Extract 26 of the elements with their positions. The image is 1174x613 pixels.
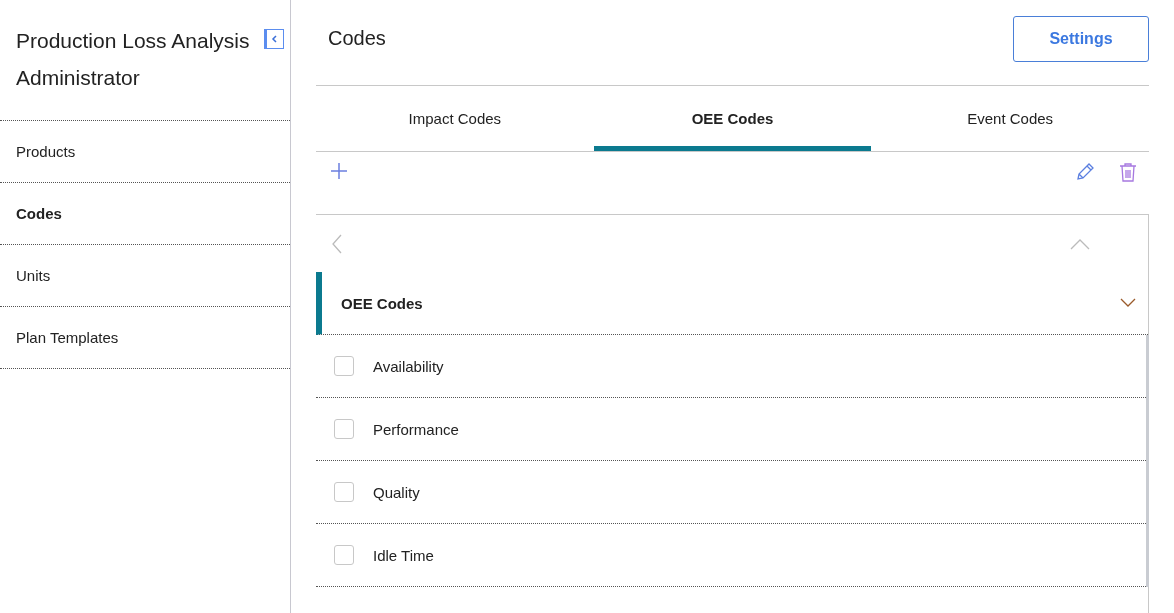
tab[interactable]: OEE Codes (593, 86, 872, 151)
tab[interactable]: Event Codes (871, 86, 1149, 151)
chevron-icon[interactable] (1120, 298, 1136, 308)
tab[interactable]: Impact Codes (316, 86, 594, 151)
row-label: Quality (373, 483, 420, 501)
pencil-icon[interactable] (1075, 162, 1095, 182)
checkbox[interactable] (334, 419, 354, 439)
trash-icon[interactable] (1119, 162, 1137, 182)
sidebar-item[interactable]: Plan Templates (0, 307, 290, 369)
settings-button[interactable]: Settings (1013, 16, 1149, 62)
checkbox[interactable] (334, 356, 354, 376)
back-chevron-icon[interactable] (331, 233, 343, 254)
row-label: Performance (373, 420, 459, 438)
page-title: Codes (327, 27, 386, 50)
row-label: Idle Time (373, 546, 434, 564)
sidebar-item[interactable]: Products (0, 121, 290, 183)
collapse-chevron-icon[interactable] (1070, 237, 1090, 250)
sidebar-item[interactable]: Codes (0, 183, 290, 245)
row-label: Availability (373, 357, 444, 375)
add-icon[interactable] (330, 162, 348, 180)
collapse-icon[interactable] (264, 29, 284, 49)
checkbox[interactable] (334, 482, 354, 502)
section-title: OEE Codes (341, 294, 424, 312)
sidebar-item[interactable]: Units (0, 245, 290, 307)
app-title: Production Loss Analysis Administrator (16, 28, 251, 91)
checkbox[interactable] (334, 545, 354, 565)
